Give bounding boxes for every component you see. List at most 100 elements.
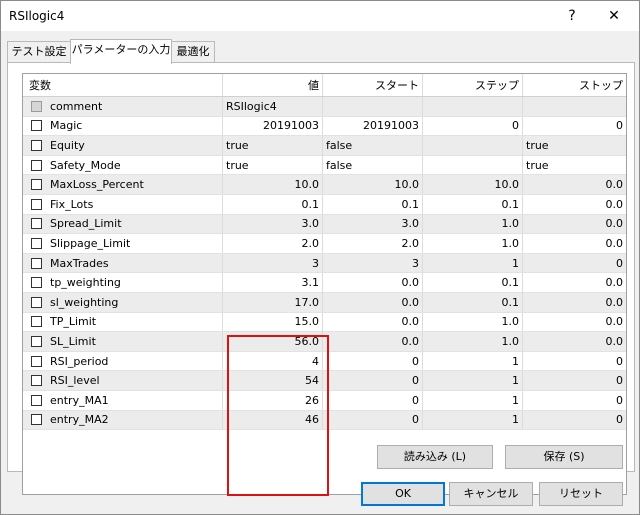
optimize-checkbox[interactable] <box>31 159 42 171</box>
optimize-checkbox[interactable] <box>31 375 42 387</box>
param-step-cell[interactable]: 1 <box>423 351 523 371</box>
param-stop-cell[interactable]: 0.0 <box>523 273 626 292</box>
table-row[interactable]: Equity true false true <box>23 136 626 156</box>
table-row[interactable]: SL_Limit 56.0 0.0 1.0 0.0 <box>23 332 626 352</box>
param-start-cell[interactable]: 2.0 <box>323 234 423 253</box>
tab-parameter-input[interactable]: パラメーターの入力 <box>70 39 172 64</box>
tab-test-settings[interactable]: テスト設定 <box>7 41 71 63</box>
optimize-checkbox[interactable] <box>31 414 42 426</box>
optimize-checkbox[interactable] <box>31 316 42 328</box>
table-row[interactable]: entry_MA2 46 0 1 0 <box>23 410 626 431</box>
param-start-cell[interactable]: 0.0 <box>323 273 423 292</box>
load-button[interactable]: 読み込み (L) <box>377 445 493 469</box>
param-start-cell[interactable]: 10.0 <box>323 175 423 194</box>
param-start-cell[interactable]: 0.0 <box>323 332 423 351</box>
param-start-cell[interactable]: 0 <box>323 351 423 371</box>
optimize-checkbox[interactable] <box>31 277 42 289</box>
param-value-cell[interactable]: 2.0 <box>223 234 323 253</box>
param-value-cell[interactable]: true <box>223 155 323 175</box>
param-step-cell[interactable] <box>423 97 523 116</box>
table-row[interactable]: TP_Limit 15.0 0.0 1.0 0.0 <box>23 312 626 333</box>
param-stop-cell[interactable]: 0 <box>523 352 626 371</box>
param-step-cell[interactable]: 1 <box>423 410 523 430</box>
param-value-cell[interactable]: 26 <box>223 391 323 410</box>
optimize-checkbox[interactable] <box>31 394 42 406</box>
param-stop-cell[interactable]: 0 <box>523 391 626 410</box>
param-stop-cell[interactable]: 0.0 <box>523 293 626 312</box>
optimize-checkbox[interactable] <box>31 355 42 367</box>
param-step-cell[interactable]: 10.0 <box>423 175 523 194</box>
save-button[interactable]: 保存 (S) <box>505 445 623 469</box>
param-start-cell[interactable]: 0 <box>323 410 423 430</box>
table-row[interactable]: Fix_Lots 0.1 0.1 0.1 0.0 <box>23 195 626 215</box>
optimize-checkbox[interactable] <box>31 335 42 347</box>
table-row[interactable]: MaxTrades 3 3 1 0 <box>23 253 626 274</box>
param-value-cell[interactable]: 3.0 <box>223 214 323 234</box>
param-stop-cell[interactable]: 0.0 <box>523 195 626 214</box>
table-row[interactable]: tp_weighting 3.1 0.0 0.1 0.0 <box>23 273 626 293</box>
param-stop-cell[interactable]: 0.0 <box>523 215 626 234</box>
param-stop-cell[interactable] <box>523 97 626 116</box>
table-row[interactable]: Magic 20191003 20191003 0 0 <box>23 116 626 137</box>
tab-optimization[interactable]: 最適化 <box>171 41 215 63</box>
optimize-checkbox[interactable] <box>31 139 42 151</box>
param-value-cell[interactable]: 20191003 <box>223 116 323 136</box>
param-stop-cell[interactable]: 0 <box>523 254 626 273</box>
param-value-cell[interactable]: 46 <box>223 410 323 430</box>
param-step-cell[interactable]: 1 <box>423 391 523 410</box>
param-value-cell[interactable]: true <box>223 136 323 155</box>
optimize-checkbox[interactable] <box>31 120 42 132</box>
param-value-cell[interactable]: 56.0 <box>223 332 323 351</box>
param-value-cell[interactable]: 4 <box>223 351 323 371</box>
param-stop-cell[interactable]: 0.0 <box>523 313 626 332</box>
param-step-cell[interactable]: 1.0 <box>423 332 523 351</box>
table-row[interactable]: MaxLoss_Percent 10.0 10.0 10.0 0.0 <box>23 175 626 195</box>
header-stop[interactable]: ストップ <box>523 74 626 96</box>
param-start-cell[interactable]: 0.0 <box>323 312 423 332</box>
cancel-button[interactable]: キャンセル <box>449 482 533 506</box>
table-row[interactable]: Safety_Mode true false true <box>23 155 626 176</box>
param-step-cell[interactable]: 1 <box>423 371 523 390</box>
param-step-cell[interactable]: 1.0 <box>423 214 523 234</box>
param-start-cell[interactable]: 0.1 <box>323 195 423 214</box>
param-stop-cell[interactable]: true <box>523 136 626 155</box>
optimize-checkbox[interactable] <box>31 237 42 249</box>
param-start-cell[interactable]: false <box>323 155 423 175</box>
param-step-cell[interactable]: 0.1 <box>423 293 523 312</box>
table-row[interactable]: sl_weighting 17.0 0.0 0.1 0.0 <box>23 293 626 313</box>
param-step-cell[interactable]: 0.1 <box>423 273 523 292</box>
param-value-cell[interactable]: 3.1 <box>223 273 323 292</box>
param-stop-cell[interactable]: 0.0 <box>523 332 626 351</box>
optimize-checkbox[interactable] <box>31 257 42 269</box>
param-start-cell[interactable]: 20191003 <box>323 116 423 136</box>
param-start-cell[interactable]: 0 <box>323 391 423 410</box>
param-value-cell[interactable]: 0.1 <box>223 195 323 214</box>
param-start-cell[interactable] <box>323 97 423 116</box>
param-step-cell[interactable] <box>423 155 523 175</box>
header-value[interactable]: 値 <box>223 74 323 96</box>
param-stop-cell[interactable]: 0.0 <box>523 175 626 194</box>
table-row[interactable]: Slippage_Limit 2.0 2.0 1.0 0.0 <box>23 234 626 254</box>
param-stop-cell[interactable]: true <box>523 156 626 175</box>
param-value-cell[interactable]: 17.0 <box>223 293 323 312</box>
param-step-cell[interactable]: 1.0 <box>423 312 523 332</box>
table-row[interactable]: Spread_Limit 3.0 3.0 1.0 0.0 <box>23 214 626 235</box>
close-button[interactable]: ✕ <box>599 5 629 27</box>
param-start-cell[interactable]: 3 <box>323 253 423 273</box>
optimize-checkbox[interactable] <box>31 198 42 210</box>
param-start-cell[interactable]: 0 <box>323 371 423 390</box>
ok-button[interactable]: OK <box>361 482 445 506</box>
reset-button[interactable]: リセット <box>539 482 623 506</box>
param-value-cell[interactable]: 54 <box>223 371 323 390</box>
optimize-checkbox[interactable] <box>31 296 42 308</box>
param-value-cell[interactable]: 3 <box>223 253 323 273</box>
param-stop-cell[interactable]: 0.0 <box>523 234 626 253</box>
param-step-cell[interactable] <box>423 136 523 155</box>
table-row[interactable]: RSI_level 54 0 1 0 <box>23 371 626 391</box>
table-row[interactable]: comment RSIlogic4 <box>23 97 626 117</box>
param-step-cell[interactable]: 0 <box>423 116 523 136</box>
header-start[interactable]: スタート <box>323 74 423 96</box>
header-step[interactable]: ステップ <box>423 74 523 96</box>
param-step-cell[interactable]: 1.0 <box>423 234 523 253</box>
header-variable[interactable]: 変数 <box>23 74 223 96</box>
